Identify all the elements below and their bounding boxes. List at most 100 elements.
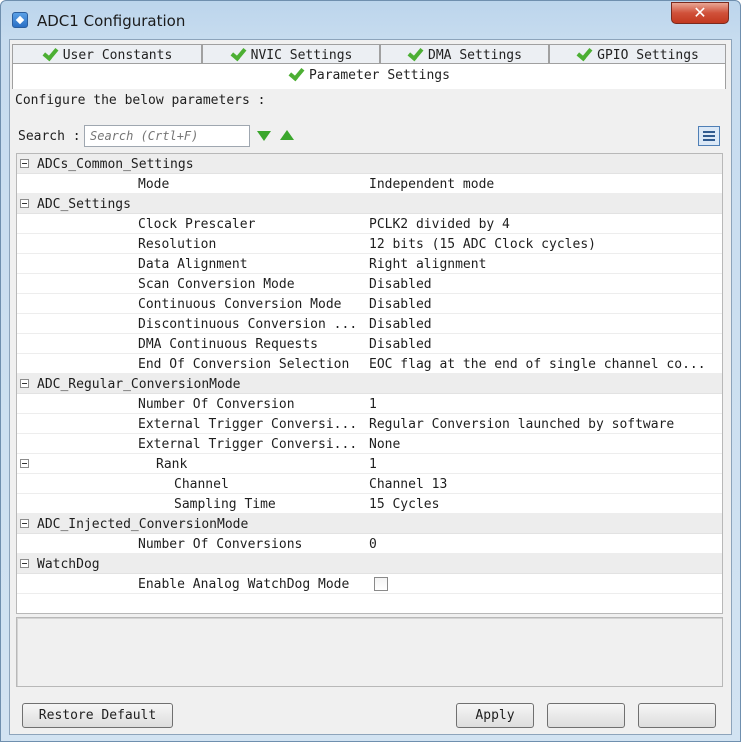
param-label: Channel — [174, 477, 229, 492]
dialog-body: User Constants NVIC Settings DMA Setting… — [9, 39, 732, 735]
apply-button[interactable]: Apply — [456, 703, 534, 728]
collapse-icon[interactable] — [20, 199, 29, 208]
close-button[interactable]: ✕ — [671, 2, 729, 24]
group-row-adc-settings[interactable]: ADC_Settings — [17, 194, 722, 214]
param-row-channel[interactable]: Channel Channel 13 — [17, 474, 722, 494]
param-label: Clock Prescaler — [138, 217, 256, 232]
close-icon: ✕ — [693, 3, 707, 22]
param-row-sampling-time[interactable]: Sampling Time 15 Cycles — [17, 494, 722, 514]
app-icon — [12, 12, 28, 28]
arrow-up-icon[interactable] — [280, 130, 294, 140]
title-bar[interactable]: ADC1 Configuration ✕ — [1, 1, 740, 39]
param-value[interactable]: Disabled — [369, 337, 432, 352]
tab-label: NVIC Settings — [250, 48, 353, 63]
param-value[interactable]: Regular Conversion launched by software — [369, 417, 674, 432]
param-value[interactable]: PCLK2 divided by 4 — [369, 217, 510, 232]
param-row-rank[interactable]: Rank 1 — [17, 454, 722, 474]
param-row-mode[interactable]: Mode Independent mode — [17, 174, 722, 194]
tab-dma-settings[interactable]: DMA Settings — [380, 44, 549, 64]
param-label: End Of Conversion Selection — [138, 357, 350, 372]
param-label: Mode — [138, 177, 170, 192]
param-row-clock-prescaler[interactable]: Clock Prescaler PCLK2 divided by 4 — [17, 214, 722, 234]
param-value[interactable]: None — [369, 437, 400, 452]
check-icon — [407, 45, 424, 62]
group-label: ADC_Settings — [37, 197, 131, 212]
adc1-configuration-window: ADC1 Configuration ✕ User Constants NVIC… — [0, 0, 741, 742]
description-panel — [16, 617, 723, 687]
param-row-resolution[interactable]: Resolution 12 bits (15 ADC Clock cycles) — [17, 234, 722, 254]
group-label: ADC_Injected_ConversionMode — [37, 517, 249, 532]
group-row-watchdog[interactable]: WatchDog — [17, 554, 722, 574]
tab-label: GPIO Settings — [597, 48, 699, 63]
check-icon — [288, 64, 305, 82]
param-label: Number Of Conversions — [138, 537, 303, 552]
group-row-adc-regular-conversionmode[interactable]: ADC_Regular_ConversionMode — [17, 374, 722, 394]
param-value[interactable]: 15 Cycles — [369, 497, 439, 512]
param-row-continuous-conversion-mode[interactable]: Continuous Conversion Mode Disabled — [17, 294, 722, 314]
param-value[interactable]: Channel 13 — [369, 477, 447, 492]
group-row-adc-injected-conversionmode[interactable]: ADC_Injected_ConversionMode — [17, 514, 722, 534]
check-icon — [230, 45, 247, 62]
param-label: DMA Continuous Requests — [138, 337, 319, 352]
param-value[interactable]: Disabled — [369, 317, 432, 332]
param-value[interactable]: 0 — [369, 537, 377, 552]
collapse-icon[interactable] — [20, 459, 29, 468]
param-value[interactable]: Disabled — [369, 297, 432, 312]
param-label: External Trigger Conversi... — [138, 437, 358, 452]
param-value[interactable]: Independent mode — [369, 177, 494, 192]
param-value[interactable]: 1 — [369, 397, 377, 412]
tab-parameter-settings[interactable]: Parameter Settings — [12, 63, 726, 89]
param-value[interactable]: 12 bits (15 ADC Clock cycles) — [369, 237, 596, 252]
collapse-icon[interactable] — [20, 379, 29, 388]
collapse-icon[interactable] — [20, 559, 29, 568]
param-row-dma-continuous-requests[interactable]: DMA Continuous Requests Disabled — [17, 334, 722, 354]
param-label: Scan Conversion Mode — [138, 277, 295, 292]
search-label: Search : — [18, 129, 81, 144]
ok-button[interactable] — [547, 703, 625, 728]
configure-label: Configure the below parameters : — [15, 93, 266, 108]
param-row-number-of-conversion[interactable]: Number Of Conversion 1 — [17, 394, 722, 414]
param-label: Number Of Conversion — [138, 397, 295, 412]
param-value[interactable]: EOC flag at the end of single channel co… — [369, 357, 706, 372]
search-input[interactable] — [84, 125, 250, 147]
param-label: Continuous Conversion Mode — [138, 297, 342, 312]
param-row-external-trigger-conversion-edge[interactable]: External Trigger Conversi... None — [17, 434, 722, 454]
param-row-end-of-conversion-selection[interactable]: End Of Conversion Selection EOC flag at … — [17, 354, 722, 374]
collapse-icon[interactable] — [20, 519, 29, 528]
tab-label: DMA Settings — [428, 48, 522, 63]
param-row-external-trigger-conversion-source[interactable]: External Trigger Conversi... Regular Con… — [17, 414, 722, 434]
group-label: ADCs_Common_Settings — [37, 157, 194, 172]
tab-user-constants[interactable]: User Constants — [12, 44, 202, 64]
param-value[interactable]: Disabled — [369, 277, 432, 292]
arrow-down-icon[interactable] — [257, 131, 271, 141]
param-label: Rank — [156, 457, 188, 472]
param-row-scan-conversion-mode[interactable]: Scan Conversion Mode Disabled — [17, 274, 722, 294]
tab-label: User Constants — [62, 48, 173, 63]
cancel-button[interactable] — [638, 703, 716, 728]
param-label: Resolution — [138, 237, 217, 252]
param-row-data-alignment[interactable]: Data Alignment Right alignment — [17, 254, 722, 274]
param-value[interactable]: 1 — [369, 457, 377, 472]
window-title: ADC1 Configuration — [37, 12, 186, 30]
param-row-enable-analog-watchdog-mode[interactable]: Enable Analog WatchDog Mode — [17, 574, 722, 594]
watchdog-checkbox[interactable] — [374, 577, 388, 591]
check-icon — [576, 45, 593, 62]
group-label: WatchDog — [37, 557, 100, 572]
param-row-discontinuous-conversion[interactable]: Discontinuous Conversion ... Disabled — [17, 314, 722, 334]
collapse-icon[interactable] — [20, 159, 29, 168]
tab-label: Parameter Settings — [309, 68, 450, 83]
restore-default-button[interactable]: Restore Default — [22, 703, 173, 728]
param-row-number-of-conversions[interactable]: Number Of Conversions 0 — [17, 534, 722, 554]
tab-gpio-settings[interactable]: GPIO Settings — [549, 44, 726, 64]
param-label: Data Alignment — [138, 257, 248, 272]
parameter-table: ADCs_Common_Settings Mode Independent mo… — [16, 153, 723, 614]
param-label: Sampling Time — [174, 497, 276, 512]
param-label: Discontinuous Conversion ... — [138, 317, 358, 332]
tab-nvic-settings[interactable]: NVIC Settings — [202, 44, 380, 64]
group-row-adcs-common-settings[interactable]: ADCs_Common_Settings — [17, 154, 722, 174]
param-label: External Trigger Conversi... — [138, 417, 358, 432]
group-label: ADC_Regular_ConversionMode — [37, 377, 241, 392]
param-value[interactable]: Right alignment — [369, 257, 486, 272]
param-label: Enable Analog WatchDog Mode — [138, 577, 350, 592]
list-view-icon[interactable] — [698, 126, 720, 146]
